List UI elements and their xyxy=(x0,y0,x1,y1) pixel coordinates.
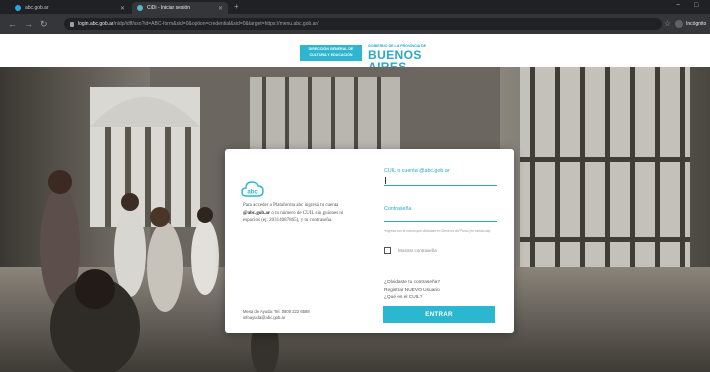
address-bar[interactable]: login.abc.gob.ar /nidp/idff/sso?id=ABC-f… xyxy=(64,18,662,30)
bookmark-star-icon[interactable]: ☆ xyxy=(664,19,671,29)
profile-label: Incógnito xyxy=(686,21,707,27)
lock-icon xyxy=(70,21,74,27)
browser-toolbar: ← → ↻ login.abc.gob.ar /nidp/idff/sso?id… xyxy=(0,14,710,34)
new-tab-plus-icon[interactable]: + xyxy=(234,2,239,12)
abc-favicon-icon xyxy=(15,5,21,11)
cuil-label: CUIL o cuenta @abc.gob.ar xyxy=(384,168,450,174)
close-tab-icon[interactable]: ✕ xyxy=(120,5,125,12)
abc-cloud-logo-icon: abc xyxy=(241,181,264,197)
url-host: login.abc.gob.ar xyxy=(78,21,114,27)
show-password-label: Mostrar contraseña xyxy=(398,248,437,253)
what-is-cuil-link[interactable]: ¿Qué es el CUIL? xyxy=(384,294,440,302)
site-header: DIRECCIÓN GENERAL DE CULTURA Y EDUCACIÓN… xyxy=(0,34,710,73)
gba-logo[interactable]: GOBIERNO DE LA PROVINCIA DE BUENOS AIRES xyxy=(368,44,458,73)
browser-tabstrip: abc.gob.ar ✕ CiDi - Iniciar sesión ✕ + −… xyxy=(0,0,710,14)
password-hint: *Ingresá con la misma que utilizabas en … xyxy=(384,229,492,233)
forgot-password-link[interactable]: ¿Olvidaste tu contraseña? xyxy=(384,279,440,287)
cuil-input[interactable] xyxy=(384,176,497,186)
show-password-checkbox[interactable] xyxy=(384,247,391,254)
login-card: abc Para acceder a Plataforma abc ingres… xyxy=(225,149,514,333)
intro-text-part1: Para acceder a Plataforma abc ingresá tu… xyxy=(243,203,339,208)
tab-title: abc.gob.ar xyxy=(25,5,49,11)
login-intro-text: Para acceder a Plataforma abc ingresá tu… xyxy=(243,202,361,225)
back-arrow-icon[interactable]: ← xyxy=(8,18,17,30)
url-path: /nidp/idff/sso?id=ABC-form&sid=0&option=… xyxy=(113,21,319,27)
minimize-icon[interactable]: − xyxy=(676,2,680,9)
cidi-favicon-icon xyxy=(137,5,143,11)
register-link[interactable]: Registrar NUEVO Usuario xyxy=(384,287,440,295)
close-tab-icon[interactable]: ✕ xyxy=(218,5,223,12)
tab-title: CiDi - Iniciar sesión xyxy=(147,5,191,11)
password-input[interactable] xyxy=(384,212,497,222)
account-links: ¿Olvidaste tu contraseña? Registrar NUEV… xyxy=(384,279,440,302)
forward-arrow-icon[interactable]: → xyxy=(24,18,33,30)
help-desk-info: Mesa de Ayuda: Tel. 0800 222 6588 infoay… xyxy=(243,309,310,321)
show-password-toggle[interactable]: Mostrar contraseña xyxy=(384,247,437,254)
text-caret xyxy=(385,177,386,184)
browser-tab-cidi[interactable]: CiDi - Iniciar sesión ✕ xyxy=(132,2,228,14)
enter-button[interactable]: ENTRAR xyxy=(383,306,495,323)
incognito-profile-button[interactable]: Incógnito xyxy=(675,20,706,28)
dgce-logo[interactable]: DIRECCIÓN GENERAL DE CULTURA Y EDUCACIÓN xyxy=(300,45,362,61)
browser-tab-abc[interactable]: abc.gob.ar ✕ xyxy=(10,2,130,14)
intro-text-domain: @abc.gob.ar xyxy=(243,210,271,216)
maximize-icon[interactable]: □ xyxy=(694,2,698,9)
help-email[interactable]: infoayuda@abc.gob.ar xyxy=(243,315,310,321)
abc-logo-text: abc xyxy=(247,190,258,196)
dgce-logo-line2: CULTURA Y EDUCACIÓN xyxy=(309,52,353,57)
dgce-logo-line1: DIRECCIÓN GENERAL DE xyxy=(308,47,354,51)
reload-icon[interactable]: ↻ xyxy=(40,18,48,30)
incognito-icon xyxy=(675,20,683,28)
